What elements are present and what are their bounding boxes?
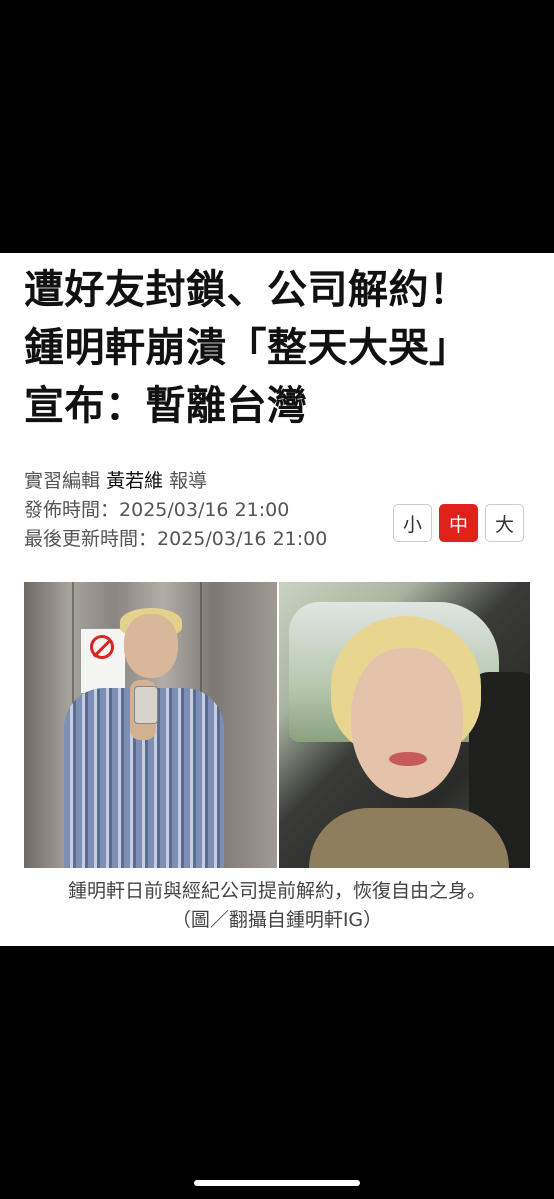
person-head bbox=[124, 614, 178, 678]
person-face bbox=[351, 648, 463, 798]
updated-time: 最後更新時間：2025/03/16 21:00 bbox=[24, 525, 327, 554]
home-indicator[interactable] bbox=[194, 1180, 360, 1186]
font-size-large-button[interactable]: 大 bbox=[485, 504, 524, 542]
updated-label: 最後更新時間： bbox=[24, 528, 158, 550]
font-size-small-button[interactable]: 小 bbox=[393, 504, 432, 542]
top-black-area bbox=[0, 0, 554, 253]
byline-author[interactable]: 黃若維 bbox=[106, 470, 163, 492]
no-smoking-icon bbox=[90, 635, 114, 659]
byline: 實習編輯 黃若維 報導 bbox=[24, 467, 327, 496]
caption-line-2: （圖／翻攝自鍾明軒IG） bbox=[171, 909, 383, 931]
caption-line-1: 鍾明軒日前與經紀公司提前解約，恢復自由之身。 bbox=[67, 880, 486, 902]
font-size-medium-button[interactable]: 中 bbox=[439, 504, 478, 542]
published-value: 2025/03/16 21:00 bbox=[119, 499, 290, 521]
article-photos bbox=[24, 582, 530, 868]
published-label: 發佈時間： bbox=[24, 499, 120, 521]
article-meta: 實習編輯 黃若維 報導 發佈時間：2025/03/16 21:00 最後更新時間… bbox=[24, 467, 327, 554]
person-shirt bbox=[309, 808, 509, 868]
byline-report: 報導 bbox=[169, 470, 208, 492]
photo-elevator-selfie[interactable] bbox=[24, 582, 277, 868]
bottom-black-area bbox=[0, 946, 554, 1199]
photo-caption: 鍾明軒日前與經紀公司提前解約，恢復自由之身。 （圖／翻攝自鍾明軒IG） bbox=[0, 877, 554, 935]
photo-car-selfie[interactable] bbox=[279, 582, 530, 868]
headline-line-1: 遭好友封鎖、公司解約！ bbox=[24, 267, 470, 313]
phone bbox=[134, 686, 158, 724]
updated-value: 2025/03/16 21:00 bbox=[157, 528, 328, 550]
headline-line-2: 鍾明軒崩潰「整天大哭」 bbox=[24, 325, 470, 371]
font-size-controls: 小 中 大 bbox=[393, 504, 524, 542]
article: 遭好友封鎖、公司解約！ 鍾明軒崩潰「整天大哭」 宣布：暫離台灣 實習編輯 黃若維… bbox=[0, 253, 554, 946]
headline: 遭好友封鎖、公司解約！ 鍾明軒崩潰「整天大哭」 宣布：暫離台灣 bbox=[24, 261, 534, 435]
published-time: 發佈時間：2025/03/16 21:00 bbox=[24, 496, 327, 525]
byline-role: 實習編輯 bbox=[24, 470, 101, 492]
no-smoking-sign bbox=[80, 628, 126, 694]
headline-line-3: 宣布：暫離台灣 bbox=[24, 383, 308, 429]
person-lips bbox=[389, 752, 427, 766]
